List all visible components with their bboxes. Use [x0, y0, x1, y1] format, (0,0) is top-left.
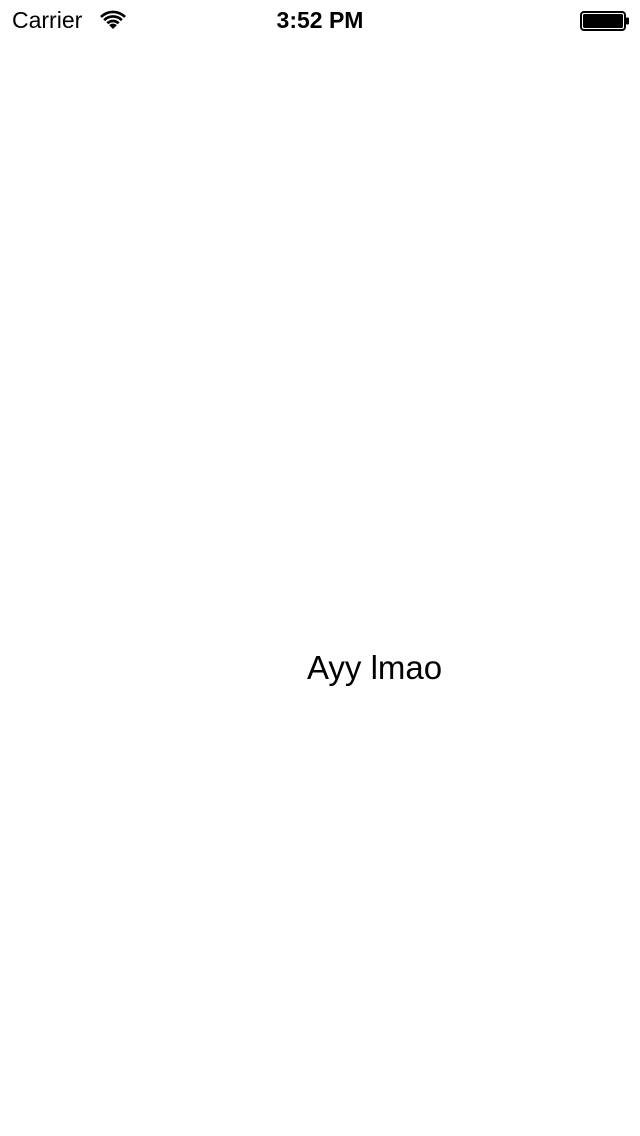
- app-screen: Carrier 3:52 PM Ayy lmao: [0, 0, 640, 1136]
- center-label: Ayy lmao: [307, 649, 443, 686]
- status-bar: Carrier 3:52 PM: [0, 0, 640, 40]
- battery-icon: [580, 11, 630, 31]
- status-time: 3:52 PM: [276, 7, 364, 33]
